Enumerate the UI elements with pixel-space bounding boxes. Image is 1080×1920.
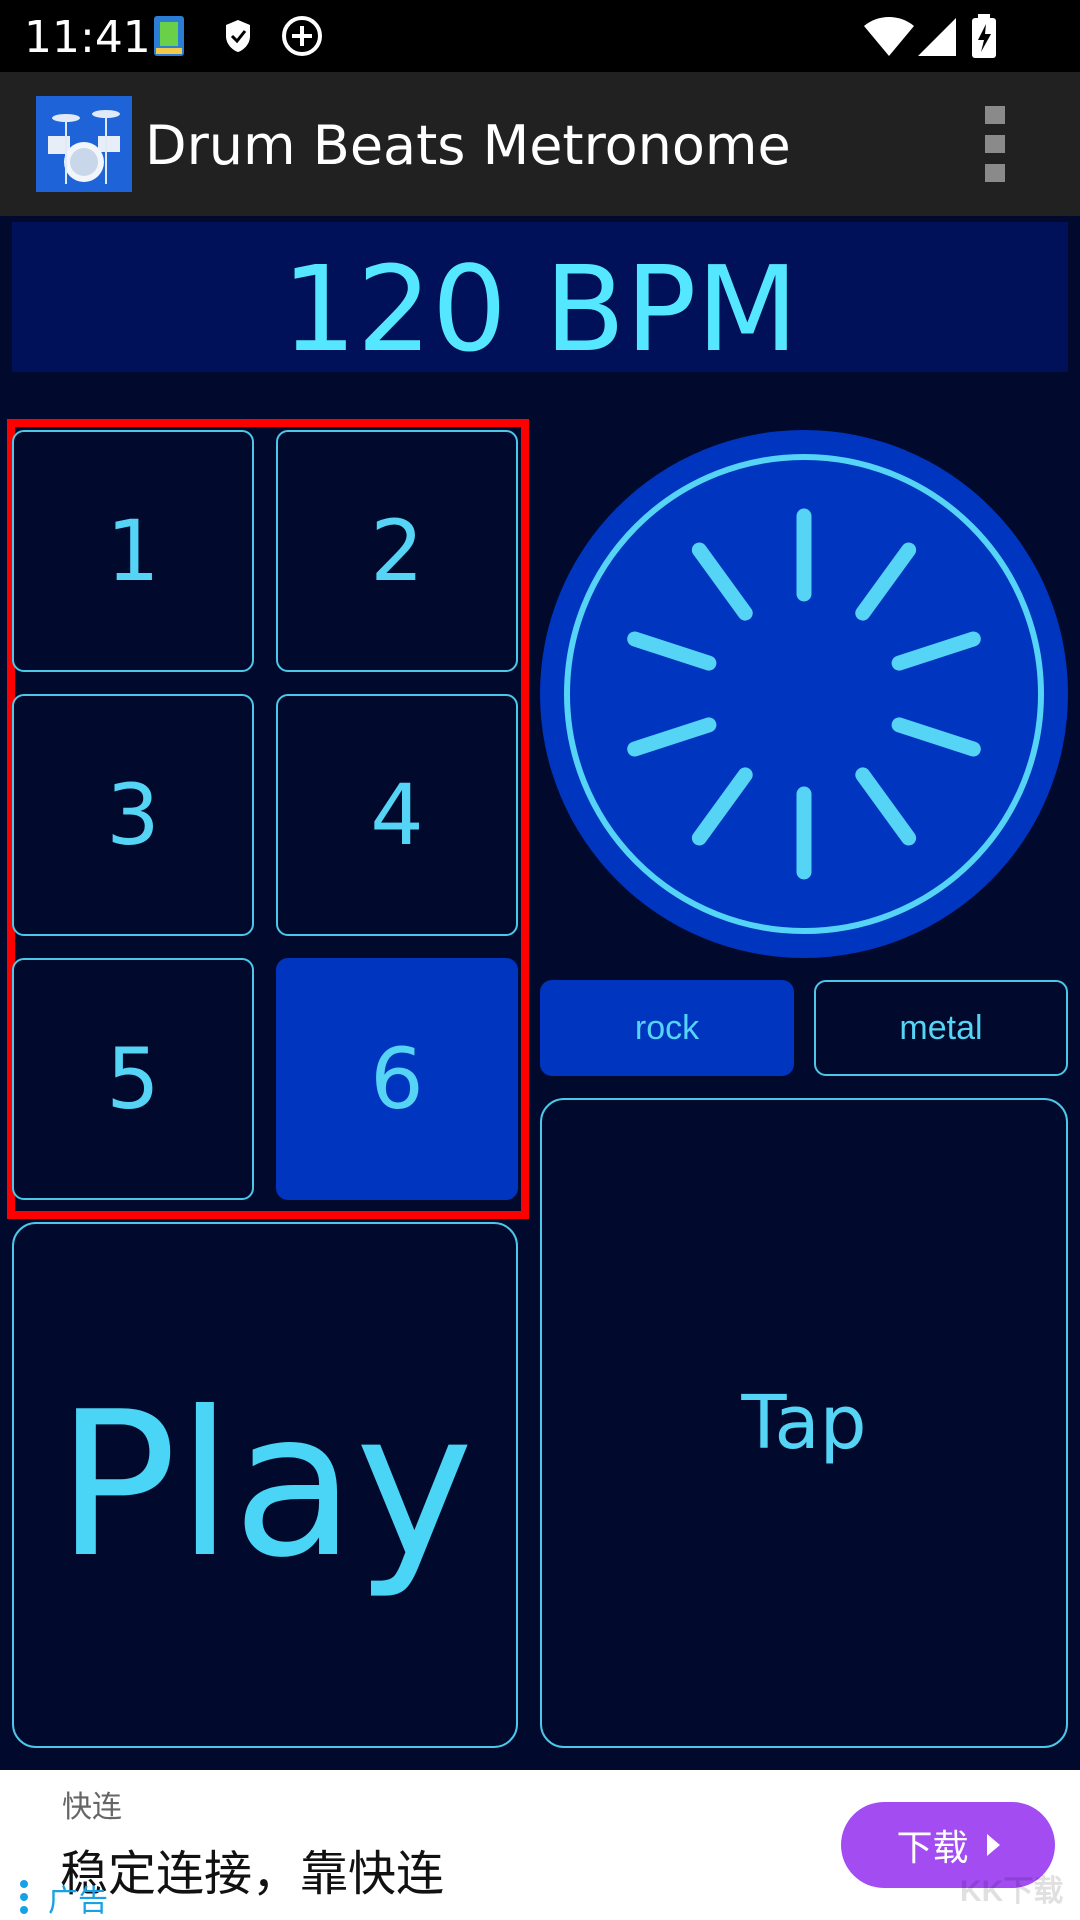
beat-button-4[interactable]: 4 <box>276 694 518 936</box>
ad-download-label: 下载 <box>896 1828 969 1869</box>
wifi-icon <box>864 17 914 56</box>
shield-icon <box>226 20 250 52</box>
more-options-button[interactable] <box>975 106 1015 182</box>
more-vertical-icon-dot <box>985 135 1005 153</box>
ad-brand: 快连 <box>62 1790 122 1825</box>
beat-dial[interactable] <box>540 430 1068 958</box>
ad-text: 稳定连接，靠快连 <box>60 1846 445 1902</box>
beat-button-2[interactable]: 2 <box>276 430 518 672</box>
status-bar: 11:41 <box>0 0 1080 72</box>
signal-icon <box>918 18 956 56</box>
tap-tempo-button[interactable]: Tap <box>540 1098 1068 1748</box>
ad-banner[interactable]: 快连 稳定连接，靠快连 广告 下载 KK下载 <box>0 1770 1080 1920</box>
battery-charging-icon <box>972 14 996 58</box>
bpm-display[interactable]: 120 BPM <box>12 222 1068 378</box>
style-button-rock[interactable]: rock <box>540 980 794 1076</box>
more-vertical-icon-dot <box>985 164 1005 182</box>
more-vertical-icon <box>985 106 1005 124</box>
notification-app-icon <box>154 16 184 56</box>
ad-label: 广告 <box>48 1884 108 1919</box>
drum-kit-icon <box>36 96 132 192</box>
data-saver-icon <box>282 16 322 56</box>
bpm-value: 120 BPM <box>281 240 799 378</box>
status-time: 11:41 <box>24 12 151 63</box>
app-title: Drum Beats Metronome <box>145 114 791 177</box>
ad-options-icon[interactable] <box>20 1880 32 1914</box>
play-button[interactable]: Play <box>12 1222 518 1748</box>
watermark: KK下载 <box>960 1875 1064 1908</box>
app-bar: Drum Beats Metronome <box>0 72 1080 216</box>
beat-button-5[interactable]: 5 <box>12 958 254 1200</box>
style-button-metal[interactable]: metal <box>814 980 1068 1076</box>
beat-button-1[interactable]: 1 <box>12 430 254 672</box>
beat-button-6[interactable]: 6 <box>276 958 518 1200</box>
play-arrow-icon <box>986 1834 1000 1856</box>
beat-button-3[interactable]: 3 <box>12 694 254 936</box>
